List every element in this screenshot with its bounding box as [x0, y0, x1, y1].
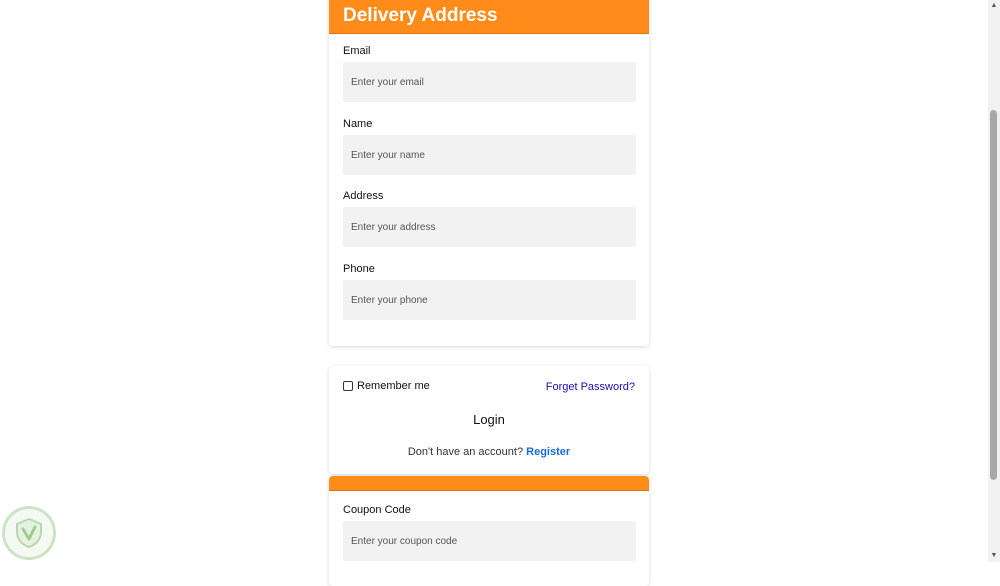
name-field-group: Name	[343, 117, 636, 175]
coupon-card: Coupon Code	[329, 476, 649, 586]
triangle-up-icon[interactable]: ▲	[988, 1, 1000, 11]
shield-logo-graphic	[16, 517, 42, 549]
triangle-down-icon[interactable]: ▼	[988, 551, 1000, 561]
delivery-address-header: Delivery Address	[329, 0, 649, 34]
name-label: Name	[343, 118, 373, 130]
register-link[interactable]: Register	[526, 446, 570, 458]
login-button[interactable]: Login	[329, 412, 649, 427]
coupon-header	[329, 476, 649, 491]
phone-label: Phone	[343, 263, 375, 275]
coupon-field-group: Coupon Code	[343, 503, 636, 561]
phone-field-group: Phone	[343, 262, 636, 320]
remember-me-label: Remember me	[357, 380, 430, 392]
shield-logo-icon	[2, 506, 56, 560]
delivery-address-title: Delivery Address	[343, 5, 498, 26]
page-scrollbar[interactable]: ▲ ▼	[988, 0, 1000, 562]
address-label: Address	[343, 190, 384, 202]
email-input[interactable]	[343, 62, 636, 102]
forgot-password-link[interactable]: Forget Password?	[546, 381, 635, 393]
remember-me-control[interactable]: Remember me	[343, 380, 430, 392]
checkbox-icon[interactable]	[343, 381, 353, 391]
delivery-address-card: Delivery Address Email Name Address Phon…	[329, 0, 649, 346]
name-input[interactable]	[343, 135, 636, 175]
scrollbar-thumb[interactable]	[990, 110, 997, 480]
address-input[interactable]	[343, 207, 636, 247]
email-label: Email	[343, 45, 371, 57]
signup-prompt: Don't have an account? Register	[329, 446, 649, 458]
coupon-input[interactable]	[343, 521, 636, 561]
address-field-group: Address	[343, 189, 636, 247]
email-field-group: Email	[343, 44, 636, 102]
login-card: Remember me Forget Password? Login Don't…	[329, 366, 649, 474]
coupon-label: Coupon Code	[343, 504, 411, 516]
signup-prompt-text: Don't have an account?	[407, 446, 524, 458]
phone-input[interactable]	[343, 280, 636, 320]
